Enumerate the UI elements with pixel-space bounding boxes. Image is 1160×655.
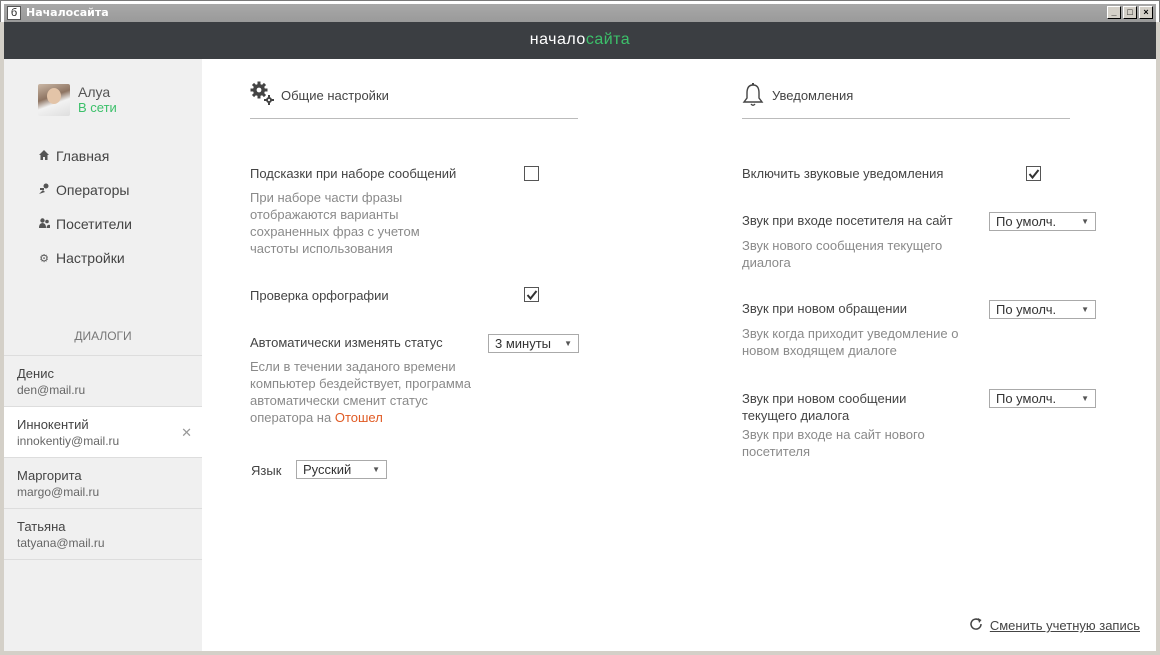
sidebar-item-operators[interactable]: Операторы xyxy=(38,173,132,207)
chevron-down-icon: ▼ xyxy=(372,465,380,474)
sidebar-item-settings[interactable]: ⚙ Настройки xyxy=(38,241,132,275)
close-icon[interactable]: ✕ xyxy=(181,425,192,441)
visitor-enter-sound-value: По умолч. xyxy=(996,214,1057,229)
dialog-item[interactable]: Татьяна tatyana@mail.ru xyxy=(4,509,202,560)
dialog-email: innokentiy@mail.ru xyxy=(17,434,120,448)
language-value: Русский xyxy=(303,462,352,477)
dialog-item[interactable]: Денис den@mail.ru xyxy=(4,356,202,407)
operators-icon xyxy=(38,183,50,197)
visitors-icon xyxy=(38,217,50,231)
new-message-sound-label: Звук при новом сообщении текущего диалог… xyxy=(742,391,907,423)
hints-checkbox[interactable] xyxy=(524,166,539,181)
general-settings-header: Общие настройки xyxy=(250,59,578,119)
spellcheck-label: Проверка орфографии xyxy=(250,288,389,303)
dialog-name: Иннокентий xyxy=(17,417,89,432)
titlebar-bg: б Началосайта _ □ × xyxy=(4,4,1156,22)
dialog-email: tatyana@mail.ru xyxy=(17,536,105,550)
notifications-header: Уведомления xyxy=(742,59,1070,119)
sound-notifications-checkbox[interactable] xyxy=(1026,166,1041,181)
chevron-down-icon: ▼ xyxy=(564,339,572,348)
away-status-text: Отошел xyxy=(334,410,383,425)
switch-account-link[interactable]: Сменить учетную запись xyxy=(968,616,1140,635)
minimize-icon[interactable]: _ xyxy=(1107,6,1121,19)
close-window-icon[interactable]: × xyxy=(1139,6,1153,19)
switch-account-label: Сменить учетную запись xyxy=(989,618,1140,633)
gear-icon: ⚙ xyxy=(39,252,49,265)
brand-logo: началосайта xyxy=(4,31,1156,49)
dialog-item[interactable]: Маргорита margo@mail.ru xyxy=(4,458,202,509)
hints-label: Подсказки при наборе сообщений xyxy=(250,166,457,181)
dialog-name: Денис xyxy=(17,366,54,381)
avatar xyxy=(38,84,70,116)
new-request-sound-value: По умолч. xyxy=(996,302,1057,317)
sidebar-item-label: Главная xyxy=(56,148,110,164)
window-titlebar: б Началосайта _ □ × xyxy=(0,0,1160,22)
dialog-email: margo@mail.ru xyxy=(17,485,100,499)
chevron-down-icon: ▼ xyxy=(1081,394,1089,403)
spellcheck-checkbox[interactable] xyxy=(524,287,539,302)
gears-icon xyxy=(250,81,274,110)
new-message-sound-value: По умолч. xyxy=(996,391,1057,406)
sidebar-item-visitors[interactable]: Посетители xyxy=(38,207,132,241)
new-message-sound-select[interactable]: По умолч. ▼ xyxy=(989,389,1096,408)
visitor-enter-sound-description: Звук нового сообщения текущего диалога xyxy=(742,238,943,270)
language-select[interactable]: Русский ▼ xyxy=(296,460,387,479)
dialog-email: den@mail.ru xyxy=(17,383,86,397)
window-controls: _ □ × xyxy=(1107,6,1153,19)
logo-part-1: начало xyxy=(529,31,586,48)
user-status: В сети xyxy=(78,100,117,115)
chevron-down-icon: ▼ xyxy=(1081,217,1089,226)
general-settings-title: Общие настройки xyxy=(281,88,389,103)
app-logo-icon: б xyxy=(7,6,21,20)
notifications-title: Уведомления xyxy=(772,88,854,103)
checkmark-icon xyxy=(1028,169,1040,180)
visitor-enter-sound-select[interactable]: По умолч. ▼ xyxy=(989,212,1096,231)
dialog-name: Маргорита xyxy=(17,468,82,483)
auto-status-select[interactable]: 3 минуты ▼ xyxy=(488,334,579,353)
language-label: Язык xyxy=(251,463,282,478)
new-request-sound-label: Звук при новом обращении xyxy=(742,301,907,316)
sidebar-item-label: Посетители xyxy=(56,216,132,232)
chevron-down-icon: ▼ xyxy=(1081,305,1089,314)
auto-status-label: Автоматически изменять статус xyxy=(250,335,443,350)
visitor-enter-sound-label: Звук при входе посетителя на сайт xyxy=(742,213,953,228)
hints-description: При наборе части фразы отображаются вари… xyxy=(250,190,420,256)
new-request-sound-description: Звук когда приходит уведомление о новом … xyxy=(742,326,959,358)
bell-icon xyxy=(742,83,764,112)
sidebar: Алуа В сети Главная Операторы Посетители… xyxy=(4,59,202,651)
sidebar-item-label: Настройки xyxy=(56,250,125,266)
app-frame: началосайта Алуа В сети Главная Оператор… xyxy=(4,22,1156,651)
sidebar-item-label: Операторы xyxy=(56,182,130,198)
sidebar-nav: Главная Операторы Посетители ⚙ Настройки xyxy=(38,139,132,275)
refresh-icon xyxy=(968,616,984,635)
sidebar-item-home[interactable]: Главная xyxy=(38,139,132,173)
auto-status-value: 3 минуты xyxy=(495,336,552,351)
top-bar: началосайта xyxy=(4,22,1156,59)
new-request-sound-select[interactable]: По умолч. ▼ xyxy=(989,300,1096,319)
window-title: Началосайта xyxy=(26,6,109,19)
sound-notifications-label: Включить звуковые уведомления xyxy=(742,166,944,181)
settings-main: Общие настройки Подсказки при наборе соо… xyxy=(202,59,1156,651)
user-name: Алуа xyxy=(78,84,111,100)
dialogs-heading: ДИАЛОГИ xyxy=(74,329,132,343)
home-icon xyxy=(38,149,50,163)
dialog-item-active[interactable]: Иннокентий innokentiy@mail.ru ✕ xyxy=(4,407,202,458)
checkmark-icon xyxy=(526,290,538,301)
new-message-sound-description: Звук при входе на сайт нового посетителя xyxy=(742,427,925,459)
dialog-name: Татьяна xyxy=(17,519,66,534)
logo-part-2: сайта xyxy=(585,31,631,48)
auto-status-description: Если в течении заданого времени компьюте… xyxy=(250,358,478,426)
maximize-icon[interactable]: □ xyxy=(1123,6,1137,19)
dialogs-list: Денис den@mail.ru Иннокентий innokentiy@… xyxy=(4,355,202,560)
